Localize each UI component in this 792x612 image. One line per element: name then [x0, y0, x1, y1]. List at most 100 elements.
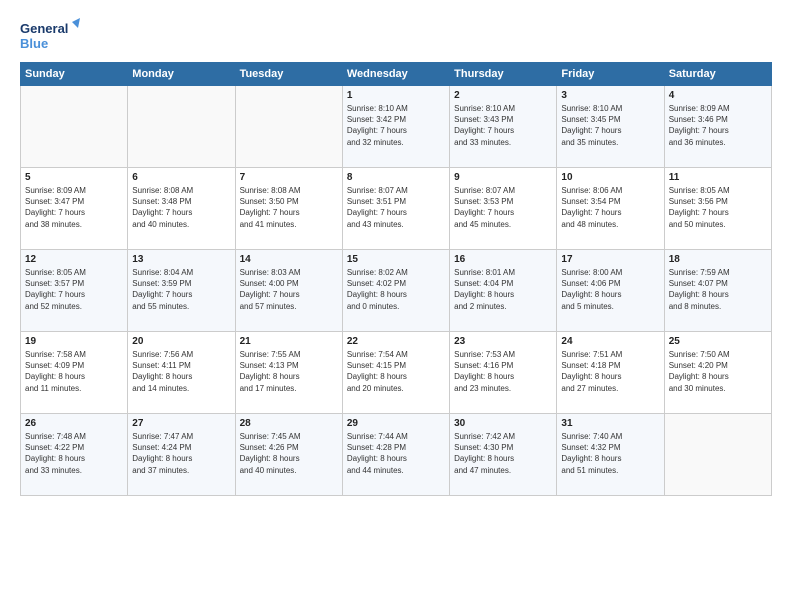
day-info: Sunrise: 7:42 AM Sunset: 4:30 PM Dayligh…	[454, 431, 552, 476]
day-number: 15	[347, 254, 445, 265]
day-number: 14	[240, 254, 338, 265]
day-number: 25	[669, 336, 767, 347]
calendar-cell: 3 Sunrise: 8:10 AM Sunset: 3:45 PM Daylig…	[557, 86, 664, 168]
day-info: Sunrise: 8:08 AM Sunset: 3:48 PM Dayligh…	[132, 185, 230, 230]
calendar-cell: 4Sunrise: 8:09 AM Sunset: 3:46 PM Daylig…	[664, 86, 771, 168]
calendar-cell: 26Sunrise: 7:48 AM Sunset: 4:22 PM Dayli…	[21, 414, 128, 496]
calendar-cell: 21 Sunrise: 7:55 AM Sunset: 4:13 PM Dayli…	[235, 332, 342, 414]
day-info: Sunrise: 8:10 AM Sunset: 3:43 PM Dayligh…	[454, 103, 552, 148]
col-header-monday: Monday	[128, 63, 235, 86]
day-number: 3	[561, 90, 659, 101]
calendar-cell: 20Sunrise: 7:56 AM Sunset: 4:11 PM Dayli…	[128, 332, 235, 414]
calendar-cell: 23Sunrise: 7:53 AM Sunset: 4:16 PM Dayli…	[450, 332, 557, 414]
header-row: SundayMondayTuesdayWednesdayThursdayFrid…	[21, 63, 772, 86]
col-header-thursday: Thursday	[450, 63, 557, 86]
calendar-cell: 10 Sunrise: 8:06 AM Sunset: 3:54 PM Dayli…	[557, 168, 664, 250]
col-header-wednesday: Wednesday	[342, 63, 449, 86]
col-header-tuesday: Tuesday	[235, 63, 342, 86]
svg-text:General: General	[20, 21, 68, 36]
day-number: 24	[561, 336, 659, 347]
calendar-cell: 17Sunrise: 8:00 AM Sunset: 4:06 PM Dayli…	[557, 250, 664, 332]
day-info: Sunrise: 8:00 AM Sunset: 4:06 PM Dayligh…	[561, 267, 659, 312]
day-info: Sunrise: 7:55 AM Sunset: 4:13 PM Dayligh…	[240, 349, 338, 394]
svg-text:Blue: Blue	[20, 36, 48, 51]
day-number: 8	[347, 172, 445, 183]
day-info: Sunrise: 8:09 AM Sunset: 3:46 PM Dayligh…	[669, 103, 767, 148]
calendar-cell: 11 Sunrise: 8:05 AM Sunset: 3:56 PM Dayli…	[664, 168, 771, 250]
day-number: 16	[454, 254, 552, 265]
calendar-cell: 9 Sunrise: 8:07 AM Sunset: 3:53 PM Daylig…	[450, 168, 557, 250]
day-number: 28	[240, 418, 338, 429]
calendar-cell: 29 Sunrise: 7:44 AM Sunset: 4:28 PM Dayli…	[342, 414, 449, 496]
day-number: 11	[669, 172, 767, 183]
week-row-5: 26Sunrise: 7:48 AM Sunset: 4:22 PM Dayli…	[21, 414, 772, 496]
calendar-cell: 28 Sunrise: 7:45 AM Sunset: 4:26 PM Dayli…	[235, 414, 342, 496]
calendar-cell: 1 Sunrise: 8:10 AM Sunset: 3:42 PM Daylig…	[342, 86, 449, 168]
logo: General Blue	[20, 18, 80, 54]
calendar-cell: 5 Sunrise: 8:09 AM Sunset: 3:47 PM Daylig…	[21, 168, 128, 250]
calendar-cell: 2 Sunrise: 8:10 AM Sunset: 3:43 PM Daylig…	[450, 86, 557, 168]
week-row-2: 5 Sunrise: 8:09 AM Sunset: 3:47 PM Daylig…	[21, 168, 772, 250]
day-number: 18	[669, 254, 767, 265]
day-info: Sunrise: 8:04 AM Sunset: 3:59 PM Dayligh…	[132, 267, 230, 312]
calendar-cell: 31Sunrise: 7:40 AM Sunset: 4:32 PM Dayli…	[557, 414, 664, 496]
day-number: 30	[454, 418, 552, 429]
day-info: Sunrise: 8:03 AM Sunset: 4:00 PM Dayligh…	[240, 267, 338, 312]
day-info: Sunrise: 8:05 AM Sunset: 3:57 PM Dayligh…	[25, 267, 123, 312]
day-info: Sunrise: 8:08 AM Sunset: 3:50 PM Dayligh…	[240, 185, 338, 230]
calendar-cell: 18 Sunrise: 7:59 AM Sunset: 4:07 PM Dayli…	[664, 250, 771, 332]
day-info: Sunrise: 7:47 AM Sunset: 4:24 PM Dayligh…	[132, 431, 230, 476]
day-info: Sunrise: 8:05 AM Sunset: 3:56 PM Dayligh…	[669, 185, 767, 230]
day-number: 9	[454, 172, 552, 183]
calendar-table: SundayMondayTuesdayWednesdayThursdayFrid…	[20, 62, 772, 496]
day-info: Sunrise: 8:07 AM Sunset: 3:53 PM Dayligh…	[454, 185, 552, 230]
calendar-cell	[664, 414, 771, 496]
logo-svg: General Blue	[20, 18, 80, 54]
day-number: 12	[25, 254, 123, 265]
day-info: Sunrise: 7:44 AM Sunset: 4:28 PM Dayligh…	[347, 431, 445, 476]
calendar-cell: 30 Sunrise: 7:42 AM Sunset: 4:30 PM Dayli…	[450, 414, 557, 496]
day-info: Sunrise: 7:50 AM Sunset: 4:20 PM Dayligh…	[669, 349, 767, 394]
calendar-cell: 19 Sunrise: 7:58 AM Sunset: 4:09 PM Dayli…	[21, 332, 128, 414]
day-number: 10	[561, 172, 659, 183]
calendar-cell: 6 Sunrise: 8:08 AM Sunset: 3:48 PM Daylig…	[128, 168, 235, 250]
day-number: 29	[347, 418, 445, 429]
day-number: 6	[132, 172, 230, 183]
day-info: Sunrise: 7:59 AM Sunset: 4:07 PM Dayligh…	[669, 267, 767, 312]
col-header-sunday: Sunday	[21, 63, 128, 86]
day-info: Sunrise: 8:10 AM Sunset: 3:42 PM Dayligh…	[347, 103, 445, 148]
day-info: Sunrise: 8:09 AM Sunset: 3:47 PM Dayligh…	[25, 185, 123, 230]
calendar-cell: 27 Sunrise: 7:47 AM Sunset: 4:24 PM Dayli…	[128, 414, 235, 496]
day-number: 13	[132, 254, 230, 265]
day-number: 27	[132, 418, 230, 429]
calendar-cell	[21, 86, 128, 168]
day-info: Sunrise: 8:06 AM Sunset: 3:54 PM Dayligh…	[561, 185, 659, 230]
day-info: Sunrise: 7:45 AM Sunset: 4:26 PM Dayligh…	[240, 431, 338, 476]
day-number: 5	[25, 172, 123, 183]
week-row-4: 19 Sunrise: 7:58 AM Sunset: 4:09 PM Dayli…	[21, 332, 772, 414]
day-info: Sunrise: 8:10 AM Sunset: 3:45 PM Dayligh…	[561, 103, 659, 148]
day-number: 19	[25, 336, 123, 347]
calendar-cell: 22 Sunrise: 7:54 AM Sunset: 4:15 PM Dayli…	[342, 332, 449, 414]
col-header-saturday: Saturday	[664, 63, 771, 86]
calendar-cell	[128, 86, 235, 168]
day-number: 31	[561, 418, 659, 429]
day-info: Sunrise: 7:56 AM Sunset: 4:11 PM Dayligh…	[132, 349, 230, 394]
day-info: Sunrise: 8:02 AM Sunset: 4:02 PM Dayligh…	[347, 267, 445, 312]
week-row-3: 12 Sunrise: 8:05 AM Sunset: 3:57 PM Dayli…	[21, 250, 772, 332]
day-info: Sunrise: 7:51 AM Sunset: 4:18 PM Dayligh…	[561, 349, 659, 394]
day-number: 21	[240, 336, 338, 347]
day-number: 22	[347, 336, 445, 347]
day-number: 1	[347, 90, 445, 101]
calendar-cell	[235, 86, 342, 168]
day-info: Sunrise: 7:54 AM Sunset: 4:15 PM Dayligh…	[347, 349, 445, 394]
day-number: 7	[240, 172, 338, 183]
calendar-cell: 7 Sunrise: 8:08 AM Sunset: 3:50 PM Daylig…	[235, 168, 342, 250]
calendar-cell: 12 Sunrise: 8:05 AM Sunset: 3:57 PM Dayli…	[21, 250, 128, 332]
week-row-1: 1 Sunrise: 8:10 AM Sunset: 3:42 PM Daylig…	[21, 86, 772, 168]
day-number: 26	[25, 418, 123, 429]
day-info: Sunrise: 7:58 AM Sunset: 4:09 PM Dayligh…	[25, 349, 123, 394]
day-number: 2	[454, 90, 552, 101]
calendar-cell: 15 Sunrise: 8:02 AM Sunset: 4:02 PM Dayli…	[342, 250, 449, 332]
calendar-cell: 16Sunrise: 8:01 AM Sunset: 4:04 PM Dayli…	[450, 250, 557, 332]
